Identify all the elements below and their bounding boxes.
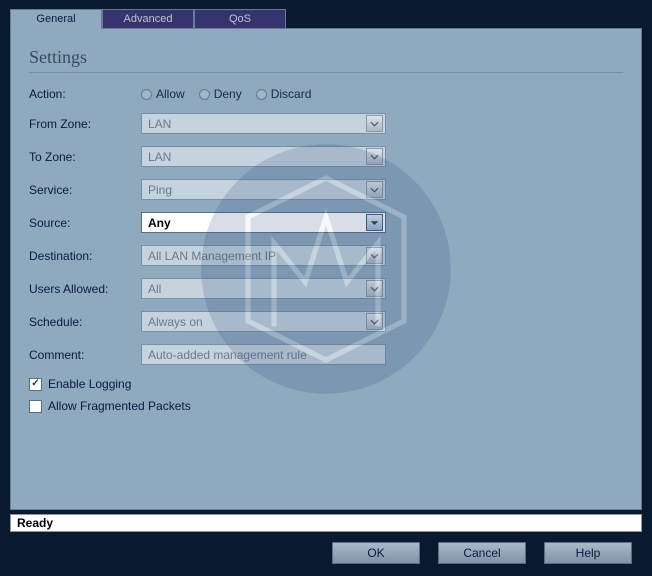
select-schedule[interactable]: Always on bbox=[141, 311, 386, 332]
radio-icon bbox=[141, 89, 152, 100]
radio-deny[interactable]: Deny bbox=[199, 87, 242, 101]
section-divider bbox=[29, 72, 623, 73]
checkbox-allow-fragmented[interactable] bbox=[29, 400, 42, 413]
button-bar: OK Cancel Help bbox=[10, 532, 642, 568]
select-from-zone[interactable]: LAN bbox=[141, 113, 386, 134]
radio-discard[interactable]: Discard bbox=[256, 87, 312, 101]
select-destination[interactable]: All LAN Management IP bbox=[141, 245, 386, 266]
chevron-down-icon bbox=[366, 214, 383, 231]
label-users-allowed: Users Allowed: bbox=[29, 282, 141, 296]
settings-dialog: General Advanced QoS Settings Action: Al… bbox=[0, 0, 652, 576]
general-panel: Settings Action: Allow Deny Discard bbox=[10, 28, 642, 510]
tab-advanced[interactable]: Advanced bbox=[102, 9, 194, 29]
ok-button[interactable]: OK bbox=[332, 542, 420, 564]
comment-input[interactable] bbox=[141, 344, 386, 365]
select-value: LAN bbox=[148, 150, 171, 164]
radio-allow[interactable]: Allow bbox=[141, 87, 185, 101]
label-source: Source: bbox=[29, 216, 141, 230]
radio-discard-label: Discard bbox=[271, 87, 312, 101]
radio-icon bbox=[256, 89, 267, 100]
select-value: Always on bbox=[148, 315, 203, 329]
chevron-down-icon bbox=[366, 181, 383, 198]
status-bar: Ready bbox=[10, 514, 642, 532]
help-button[interactable]: Help bbox=[544, 542, 632, 564]
tab-general[interactable]: General bbox=[10, 9, 102, 29]
cancel-button[interactable]: Cancel bbox=[438, 542, 526, 564]
select-source[interactable]: Any bbox=[141, 212, 386, 233]
select-value: Ping bbox=[148, 183, 172, 197]
label-action: Action: bbox=[29, 87, 141, 101]
chevron-down-icon bbox=[366, 115, 383, 132]
chevron-down-icon bbox=[366, 280, 383, 297]
label-schedule: Schedule: bbox=[29, 315, 141, 329]
label-destination: Destination: bbox=[29, 249, 141, 263]
tab-qos[interactable]: QoS bbox=[194, 9, 286, 29]
label-allow-fragmented: Allow Fragmented Packets bbox=[48, 399, 191, 413]
radio-icon bbox=[199, 89, 210, 100]
label-service: Service: bbox=[29, 183, 141, 197]
checkbox-enable-logging[interactable] bbox=[29, 378, 42, 391]
select-value: All bbox=[148, 282, 161, 296]
chevron-down-icon bbox=[366, 148, 383, 165]
select-service[interactable]: Ping bbox=[141, 179, 386, 200]
label-from-zone: From Zone: bbox=[29, 117, 141, 131]
radio-allow-label: Allow bbox=[156, 87, 185, 101]
label-enable-logging: Enable Logging bbox=[48, 377, 131, 391]
label-to-zone: To Zone: bbox=[29, 150, 141, 164]
action-radio-group: Allow Deny Discard bbox=[141, 87, 311, 101]
chevron-down-icon bbox=[366, 313, 383, 330]
section-title: Settings bbox=[29, 47, 623, 68]
select-users-allowed[interactable]: All bbox=[141, 278, 386, 299]
radio-deny-label: Deny bbox=[214, 87, 242, 101]
tab-strip: General Advanced QoS bbox=[10, 8, 642, 28]
select-value: LAN bbox=[148, 117, 171, 131]
select-value: Any bbox=[148, 216, 171, 230]
label-comment: Comment: bbox=[29, 348, 141, 362]
select-value: All LAN Management IP bbox=[148, 249, 276, 263]
chevron-down-icon bbox=[366, 247, 383, 264]
select-to-zone[interactable]: LAN bbox=[141, 146, 386, 167]
